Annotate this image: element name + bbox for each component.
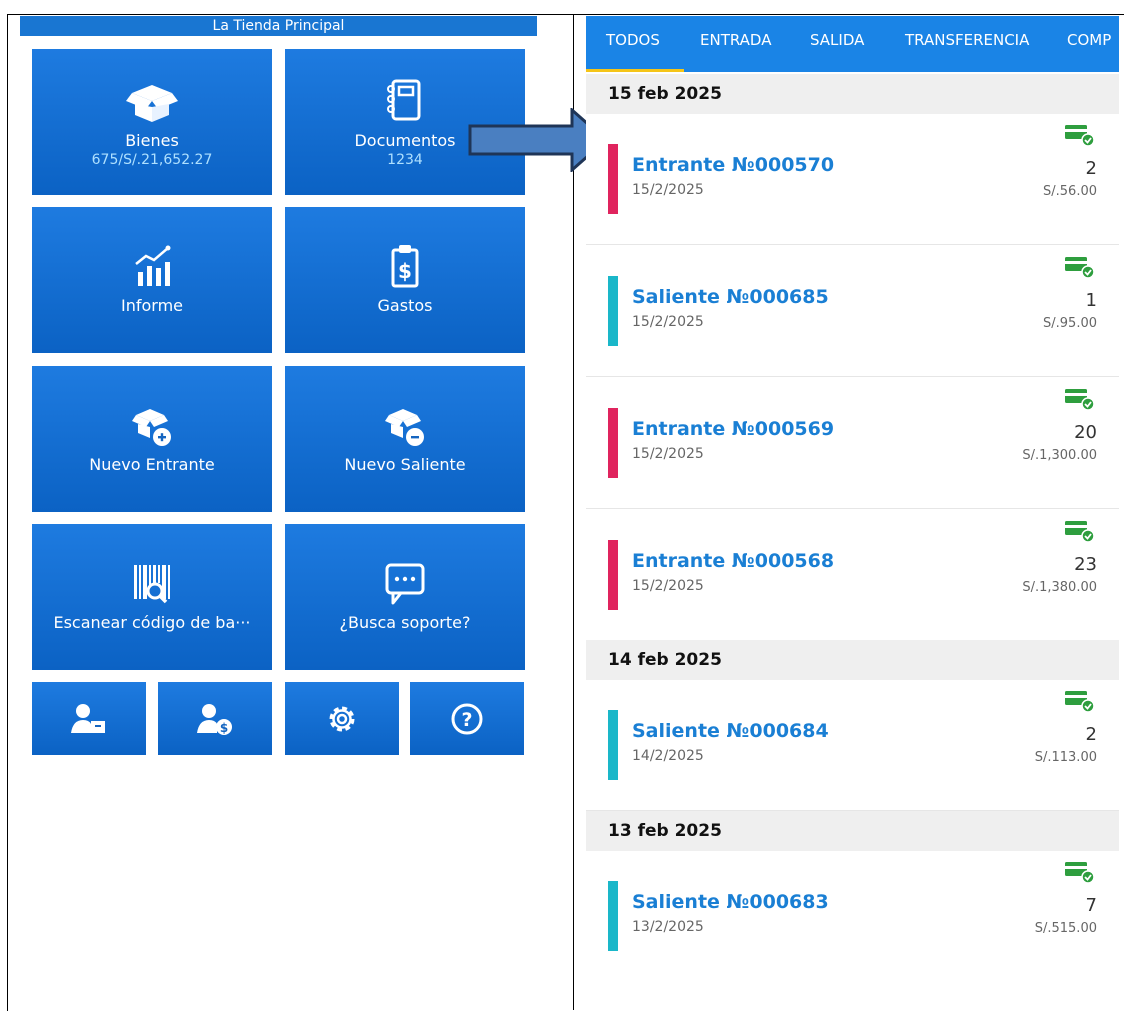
document-amount: S/.113.00 (1034, 750, 1097, 765)
document-date: 15/2/2025 (632, 182, 704, 198)
report-label: Informe (120, 296, 183, 315)
tab-all[interactable]: TODOS (606, 16, 660, 72)
document-quantity: 20 (1074, 422, 1097, 443)
paid-icon (1065, 389, 1095, 411)
new-outgoing-tile[interactable]: Nuevo Saliente (285, 366, 525, 512)
document-title: Entrante №000568 (632, 550, 835, 572)
goods-tile[interactable]: Bienes 675/S/.21,652.27 (32, 49, 272, 195)
document-title: Entrante №000570 (632, 154, 835, 176)
customers-icon: $ (197, 703, 232, 735)
incoming-stripe (608, 540, 618, 610)
help-button[interactable]: ? (410, 682, 524, 755)
svg-text:?: ? (461, 709, 472, 731)
svg-text:$: $ (220, 721, 228, 735)
document-row[interactable]: Saliente №000684 14/2/2025 2 S/.113.00 (586, 680, 1119, 811)
document-row[interactable]: Entrante №000568 15/2/2025 23 S/.1,380.0… (586, 510, 1119, 641)
paid-icon (1065, 257, 1095, 279)
scan-barcode-tile[interactable]: Escanear código de ba··· (32, 524, 272, 670)
tab-transfer[interactable]: TRANSFERENCIA (905, 16, 1029, 72)
tab-incoming[interactable]: ENTRADA (700, 16, 771, 72)
document-date: 15/2/2025 (632, 578, 704, 594)
box-minus-icon (385, 409, 424, 446)
outgoing-stripe (608, 276, 618, 346)
support-label: ¿Busca soporte? (339, 613, 471, 632)
box-icon (126, 85, 178, 122)
document-row[interactable]: Entrante №000570 15/2/2025 2 S/.56.00 (586, 114, 1119, 245)
outgoing-stripe (608, 710, 618, 780)
help-icon: ? (451, 703, 483, 734)
scan-barcode-label: Escanear código de ba··· (53, 613, 251, 632)
document-row[interactable]: Entrante №000569 15/2/2025 20 S/.1,300.0… (586, 378, 1119, 509)
tab-purchase[interactable]: COMP (1067, 16, 1111, 72)
document-row[interactable]: Saliente №000685 15/2/2025 1 S/.95.00 (586, 246, 1119, 377)
document-quantity: 7 (1085, 895, 1097, 916)
paid-icon (1065, 862, 1095, 884)
active-tab-indicator (586, 69, 684, 72)
new-incoming-label: Nuevo Entrante (89, 455, 215, 474)
document-row[interactable]: Saliente №000683 13/2/2025 7 S/.515.00 (586, 851, 1119, 981)
document-quantity: 23 (1074, 554, 1097, 575)
chart-icon (135, 245, 171, 286)
document-amount: S/.95.00 (1043, 316, 1097, 331)
suppliers-button[interactable] (32, 682, 146, 755)
document-amount: S/.56.00 (1043, 184, 1097, 199)
document-quantity: 2 (1085, 724, 1097, 745)
box-plus-icon (132, 409, 171, 446)
new-incoming-tile[interactable]: Nuevo Entrante (32, 366, 272, 512)
document-title: Saliente №000683 (632, 891, 829, 913)
document-date: 14/2/2025 (632, 748, 704, 764)
incoming-stripe (608, 144, 618, 214)
chat-bubble-icon (385, 563, 425, 605)
svg-text:$: $ (398, 259, 412, 283)
clipboard-dollar-icon: $ (391, 245, 419, 288)
document-date: 13/2/2025 (632, 919, 704, 935)
goods-label: Bienes (125, 131, 179, 150)
document-title: Saliente №000685 (632, 286, 829, 308)
goods-summary: 675/S/.21,652.27 (91, 152, 213, 168)
document-amount: S/.1,380.00 (1022, 580, 1097, 595)
document-quantity: 2 (1085, 158, 1097, 179)
document-amount: S/.1,300.00 (1022, 448, 1097, 463)
document-type-tabs: TODOS ENTRADA SALIDA TRANSFERENCIA COMP (586, 16, 1119, 72)
expenses-label: Gastos (377, 296, 433, 315)
document-title: Saliente №000684 (632, 720, 829, 742)
date-group-header: 15 feb 2025 (586, 74, 1119, 114)
date-group-header: 14 feb 2025 (586, 640, 1119, 680)
barcode-search-icon (134, 565, 170, 604)
settings-icon (329, 706, 355, 731)
notebook-icon (387, 79, 421, 121)
document-amount: S/.515.00 (1034, 921, 1097, 936)
tab-outgoing[interactable]: SALIDA (810, 16, 864, 72)
new-outgoing-label: Nuevo Saliente (344, 455, 466, 474)
support-tile[interactable]: ¿Busca soporte? (285, 524, 525, 670)
document-date: 15/2/2025 (632, 314, 704, 330)
report-tile[interactable]: Informe (32, 207, 272, 353)
date-group-header: 13 feb 2025 (586, 811, 1119, 851)
outgoing-stripe (608, 881, 618, 951)
customers-button[interactable]: $ (158, 682, 272, 755)
document-title: Entrante №000569 (632, 418, 835, 440)
document-quantity: 1 (1085, 290, 1097, 311)
paid-icon (1065, 125, 1095, 147)
store-name-bar[interactable]: La Tienda Principal (20, 16, 537, 36)
expenses-tile[interactable]: $ Gastos (285, 207, 525, 353)
paid-icon (1065, 521, 1095, 543)
document-date: 15/2/2025 (632, 446, 704, 462)
paid-icon (1065, 691, 1095, 713)
settings-button[interactable] (285, 682, 399, 755)
suppliers-icon (71, 703, 105, 733)
incoming-stripe (608, 408, 618, 478)
